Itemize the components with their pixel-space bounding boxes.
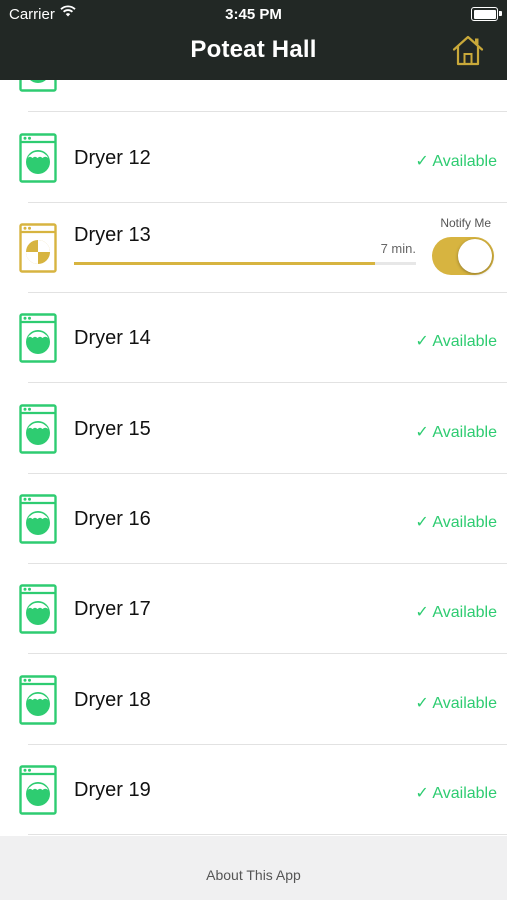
machine-row[interactable]: Dryer 13 7 min. Notify Me [0,203,507,293]
dryer-icon [19,313,57,363]
navigation-header: Carrier 3:45 PM Poteat Hall [0,0,507,80]
status-available: ✓ Available [415,424,497,441]
row-separator [28,653,507,654]
machine-row[interactable]: Dryer 12 ✓ Available [0,113,507,203]
cycle-progress-bar [74,262,416,265]
row-separator [28,111,507,112]
dryer-icon [19,494,57,544]
dryer-icon [19,133,57,183]
about-app-label: About This App [206,867,301,883]
status-available: ✓ Available [415,695,497,712]
notify-me-label: Notify Me [440,216,491,230]
toggle-knob [458,239,492,273]
about-app-button[interactable]: About This App [0,836,507,900]
machine-row[interactable]: Dryer 18 ✓ Available [0,655,507,745]
battery-icon [471,7,502,21]
machine-row[interactable]: Dryer 15 ✓ Available [0,384,507,474]
machine-row[interactable]: Dryer 17 ✓ Available [0,564,507,654]
time-remaining: 7 min. [380,241,416,256]
machine-row[interactable]: Dryer 14 ✓ Available [0,293,507,383]
machine-label: Dryer 19 [74,779,151,801]
machine-label: Dryer 17 [74,598,151,620]
dryer-icon [19,404,57,454]
home-icon[interactable] [451,34,485,68]
machine-list[interactable]: Dryer 11 Dryer 12 ✓ Available Dryer 13 7 min… [0,80,507,836]
status-available: ✓ Available [415,153,497,170]
dryer-running-icon [19,223,57,273]
page-title: Poteat Hall [190,36,317,63]
machine-label: Dryer 15 [74,418,151,440]
dryer-icon [19,584,57,634]
machine-row[interactable]: Dryer 19 ✓ Available [0,745,507,835]
machine-label: Dryer 14 [74,327,151,349]
notify-me-toggle[interactable] [432,237,494,275]
machine-label: Dryer 12 [74,147,151,169]
status-available: ✓ Available [415,333,497,350]
machine-row[interactable]: Dryer 11 [0,80,507,112]
row-separator [28,382,507,383]
dryer-icon [19,80,57,92]
machine-label: Dryer 18 [74,689,151,711]
machine-row[interactable]: Dryer 16 ✓ Available [0,474,507,564]
cycle-progress-fill [74,262,375,265]
status-available: ✓ Available [415,604,497,621]
clock: 3:45 PM [225,6,282,23]
dryer-icon [19,675,57,725]
dryer-icon [19,765,57,815]
status-bar: Carrier 3:45 PM [0,0,507,28]
machine-label: Dryer 13 [74,224,151,246]
machine-label: Dryer 16 [74,508,151,530]
status-available: ✓ Available [415,785,497,802]
row-separator [28,834,507,835]
status-available: ✓ Available [415,514,497,531]
